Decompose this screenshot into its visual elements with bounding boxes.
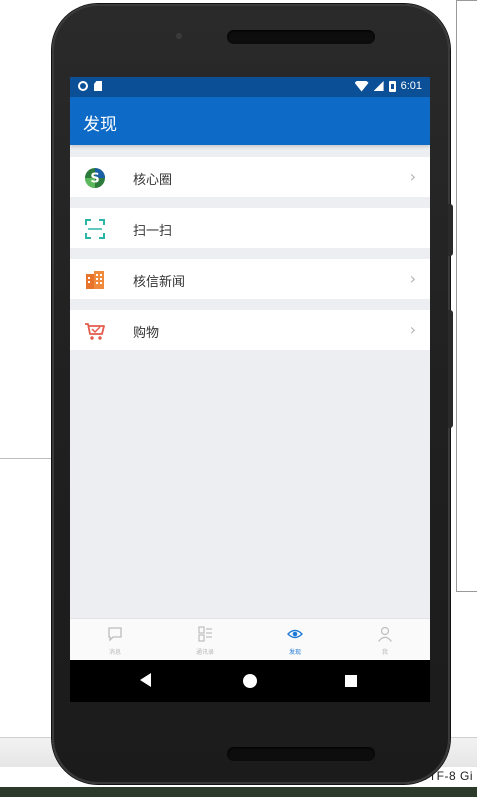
menu-item-scan[interactable]: 扫一扫 xyxy=(70,208,430,248)
tab-label: 消息 xyxy=(108,649,121,656)
tab-label: 我 xyxy=(381,649,388,656)
menu-item-label: 核心圈 xyxy=(133,173,173,188)
shopping-cart-icon xyxy=(85,323,105,340)
app-bar: 发现 xyxy=(70,97,430,145)
news-building-icon xyxy=(86,271,104,289)
front-camera xyxy=(176,33,182,39)
android-status-bar: 6:01 xyxy=(70,77,430,97)
sd-card-icon xyxy=(94,81,102,91)
battery-icon xyxy=(388,80,396,92)
bottom-speaker xyxy=(227,747,375,761)
tab-contacts[interactable]: 通讯录 xyxy=(160,619,250,661)
scan-icon xyxy=(85,219,105,239)
globe-s-icon: S xyxy=(85,168,105,188)
contacts-icon xyxy=(198,626,212,642)
tab-label: 发现 xyxy=(288,649,301,656)
background-panel xyxy=(456,0,477,592)
status-time: 6:01 xyxy=(400,80,422,92)
menu-item-news[interactable]: 核信新闻 › xyxy=(70,259,430,299)
top-speaker xyxy=(227,30,375,44)
recent-apps-icon[interactable] xyxy=(345,675,357,687)
tab-label: 通讯录 xyxy=(195,649,214,656)
chevron-right-icon: › xyxy=(409,269,416,288)
menu-item-label: 核信新闻 xyxy=(133,275,186,290)
svg-text:S: S xyxy=(90,172,99,187)
wifi-icon xyxy=(354,80,369,92)
chevron-right-icon: › xyxy=(409,320,416,339)
menu-item-circle[interactable]: S 核心圈 › xyxy=(70,157,430,197)
tab-me[interactable]: 我 xyxy=(340,619,430,661)
menu-item-label: 购物 xyxy=(133,326,160,341)
chevron-right-icon: › xyxy=(409,167,416,186)
tab-discover[interactable]: 发现 xyxy=(250,619,340,661)
menu-item-label: 扫一扫 xyxy=(133,224,173,239)
tab-messages[interactable]: 消息 xyxy=(70,619,160,661)
desktop-taskbar xyxy=(0,787,477,797)
phone-screen: 6:01 发现 S 核心圈 › 扫一扫 核信新闻 › 购物 › 消息 通讯录 发… xyxy=(70,77,430,702)
back-icon[interactable] xyxy=(140,673,151,687)
chat-icon xyxy=(108,627,122,642)
power-button[interactable] xyxy=(448,204,453,256)
home-icon[interactable] xyxy=(243,674,257,688)
menu-item-shopping[interactable]: 购物 › xyxy=(70,310,430,350)
bottom-tab-bar: 消息 通讯录 发现 我 xyxy=(70,618,430,660)
eye-icon xyxy=(287,629,303,639)
volume-button[interactable] xyxy=(448,310,453,428)
notification-circle-icon xyxy=(78,81,88,91)
background-divider xyxy=(0,458,56,459)
page-title: 发现 xyxy=(83,115,117,135)
android-nav-bar xyxy=(70,660,430,702)
signal-icon xyxy=(373,81,384,91)
person-icon xyxy=(378,626,392,642)
